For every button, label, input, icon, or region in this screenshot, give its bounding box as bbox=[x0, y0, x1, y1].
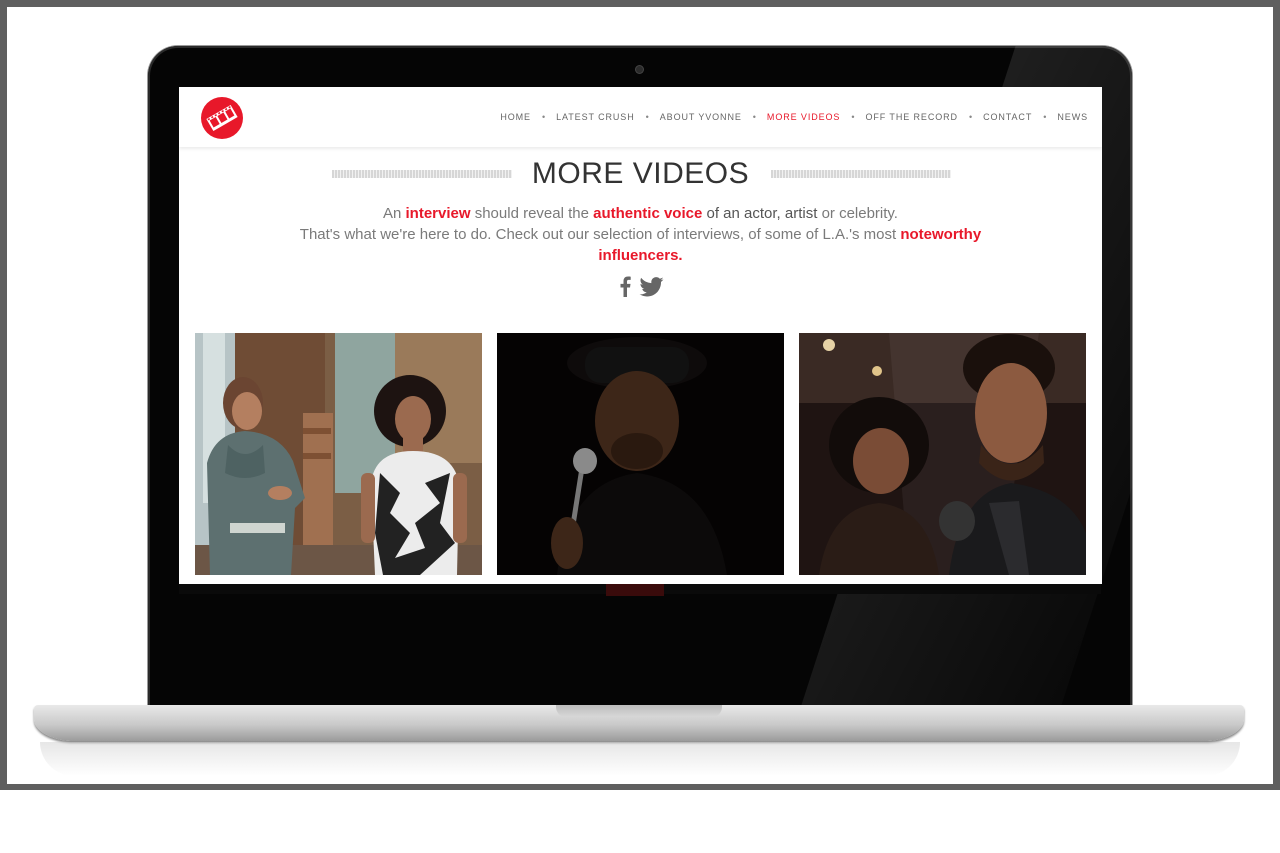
video-thumbnail-microphone-interview[interactable] bbox=[497, 333, 784, 575]
intro-highlight: interview bbox=[405, 205, 471, 222]
screen-bottom-accent bbox=[606, 584, 664, 596]
nav-separator: • bbox=[968, 112, 973, 122]
film-reel-logo-icon[interactable] bbox=[201, 97, 243, 139]
laptop-reflection bbox=[40, 742, 1240, 776]
intro-paragraph: An interview should reveal the authentic… bbox=[299, 203, 982, 266]
nav-item-home[interactable]: HOME bbox=[500, 112, 531, 122]
nav-item-off-the-record[interactable]: OFF THE RECORD bbox=[866, 112, 958, 122]
twitter-icon[interactable] bbox=[639, 276, 664, 302]
nav-separator: • bbox=[1043, 112, 1047, 122]
nav-item-contact[interactable]: CONTACT bbox=[983, 112, 1032, 122]
site-header: HOME • LATEST CRUSH • ABOUT YVONNE • MORE VIDE… bbox=[179, 87, 1102, 147]
nav-separator: • bbox=[752, 112, 756, 122]
camera-icon bbox=[636, 66, 643, 73]
nav-separator: • bbox=[541, 112, 546, 122]
title-divider-right bbox=[771, 170, 951, 178]
page-title: MORE VIDEOS bbox=[531, 157, 750, 190]
intro-text: That's what we're here to do. Check out … bbox=[299, 226, 901, 243]
page-title-row: MORE VIDEOS bbox=[179, 157, 1102, 193]
nav-item-more-videos[interactable]: MORE VIDEOS bbox=[767, 112, 840, 122]
website-screen: HOME • LATEST CRUSH • ABOUT YVONNE • MORE VIDE… bbox=[179, 87, 1102, 584]
video-thumbnail-event-interview[interactable] bbox=[799, 333, 1086, 575]
laptop-base-notch bbox=[556, 705, 722, 717]
nav-separator: • bbox=[645, 112, 649, 122]
facebook-icon[interactable] bbox=[619, 276, 631, 302]
laptop-base bbox=[34, 705, 1244, 741]
nav-item-news[interactable]: NEWS bbox=[1057, 112, 1088, 122]
main-nav: HOME • LATEST CRUSH • ABOUT YVONNE • MORE VIDE… bbox=[500, 112, 1088, 122]
nav-item-latest-crush[interactable]: LATEST CRUSH bbox=[556, 112, 634, 122]
intro-text: An bbox=[383, 205, 406, 222]
nav-item-about-yvonne[interactable]: ABOUT YVONNE bbox=[660, 112, 742, 122]
intro-text: of an actor, artist bbox=[702, 205, 822, 222]
nav-separator: • bbox=[851, 112, 855, 122]
video-thumbnail-kitchen-interview[interactable] bbox=[195, 333, 482, 575]
video-gallery bbox=[195, 333, 1087, 575]
intro-text: or celebrity. bbox=[821, 205, 898, 222]
social-links bbox=[619, 276, 664, 302]
intro-text: should reveal the bbox=[470, 205, 594, 222]
intro-highlight: authentic voice bbox=[593, 205, 703, 222]
